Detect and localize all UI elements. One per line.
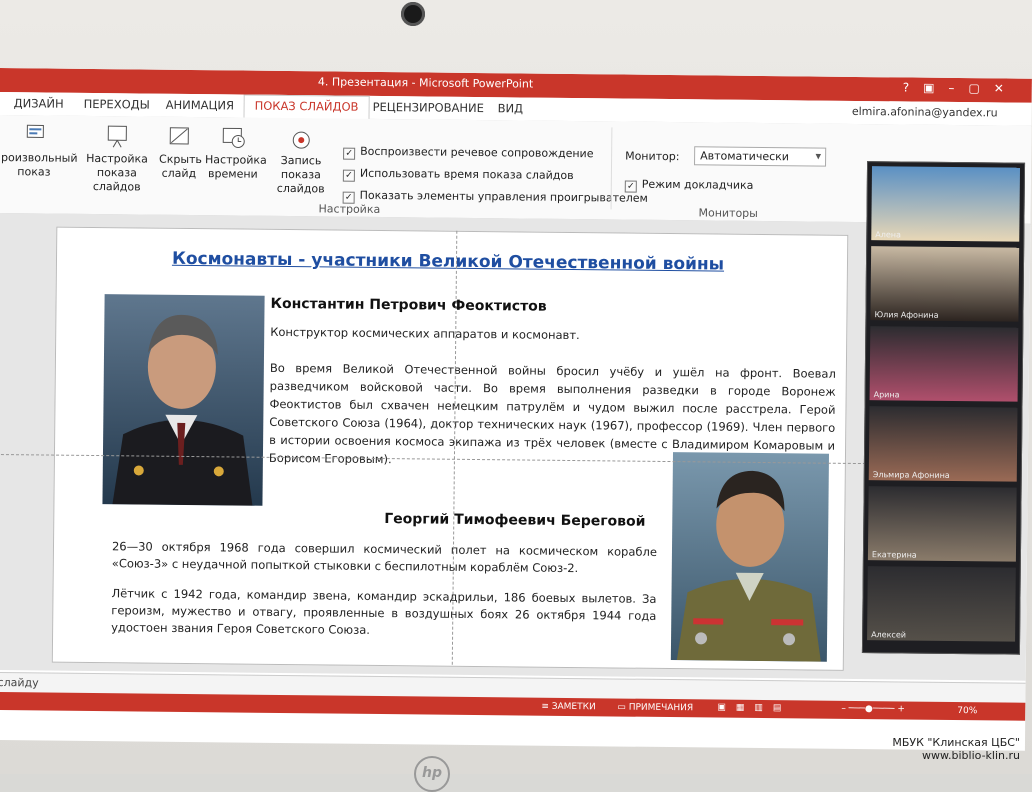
checkbox-narrations[interactable]: ✓ Воспроизвести речевое сопровождение [343,145,594,163]
portrait-feoktistov-drawing [112,314,253,506]
checkbox-presenter-view-box[interactable]: ✓ [624,180,637,193]
person2-name: Георгий Тимофеевич Береговой [384,511,646,530]
account-name[interactable]: elmira.afonina@yandex.ru [852,105,998,120]
screen: 4. Презентация - Microsoft PowerPoint ?▣… [0,68,1032,751]
view-buttons[interactable]: ▣▦▥▤ [717,703,791,714]
webcam [401,2,425,26]
checkbox-media-controls-label: Показать элементы управления проигрывате… [359,188,648,205]
checkbox-narrations-label: Воспроизвести речевое сопровождение [360,144,594,161]
rehearse-timings-icon [222,127,245,148]
credit-url: www.biblio-klin.ru [922,749,1020,762]
window-controls[interactable]: ?▣–▢✕ [903,80,1018,95]
video-tile[interactable]: Алена [871,166,1021,242]
video-tile[interactable]: Екатерина [867,486,1017,562]
custom-show-label: роизвольный показ [0,151,78,179]
notes-toggle-label: ЗАМЕТКИ [551,701,596,713]
checkbox-presenter-view-label: Режим докладчика [641,177,754,192]
record-show-button[interactable]: Запись показа слайдов [265,126,338,197]
notes-text: слайду [0,676,39,690]
video-tile[interactable]: Алексей [867,566,1016,642]
record-show-label: Запись показа слайдов [276,153,325,196]
hp-logo: hp [414,756,450,792]
comments-toggle-label: ПРИМЕЧАНИЯ [628,702,694,714]
participant-name: Екатерина [871,550,917,560]
portrait-beregovoy [670,452,830,662]
video-tile[interactable]: Арина [869,326,1019,402]
custom-show-icon [26,124,44,138]
portrait-beregovoy-drawing [676,470,821,662]
person2-bio-flight: 26—30 октября 1968 года совершил космиче… [111,539,658,576]
video-conference-panel: Алена Юлия Афонина Арина Эльмира Афонина… [861,161,1026,655]
video-tile[interactable]: Юлия Афонина [870,246,1020,322]
custom-show-button[interactable]: роизвольный показ [1,123,78,180]
monitor-label: Монитор: [625,149,680,164]
participant-name: Арина [873,390,900,400]
participant-name: Алена [875,230,901,240]
tab-view[interactable]: ВИД [498,101,524,115]
hide-slide-button[interactable]: Скрыть слайд [158,125,203,181]
tab-review[interactable]: РЕЦЕНЗИРОВАНИЕ [373,100,484,115]
zoom-slider[interactable]: – ───●──── + [841,704,905,715]
hide-slide-icon [169,127,189,145]
video-tile[interactable]: Эльмира Афонина [868,406,1018,482]
person2-bio-service: Лётчик с 1942 года, командир звена, кома… [111,586,657,637]
comments-toggle[interactable]: ▭ ПРИМЕЧАНИЯ [617,702,693,713]
group-setup-label: Настройка [318,202,381,216]
tab-animation[interactable]: АНИМАЦИЯ [166,98,235,113]
rehearse-timings-button[interactable]: Настройка времени [205,125,267,182]
hide-slide-label: Скрыть слайд [158,152,203,181]
group-monitors-label: Мониторы [698,206,758,220]
window-title: 4. Презентация - Microsoft PowerPoint [317,75,534,91]
participant-name: Алексей [871,630,907,640]
slide-canvas[interactable]: Космонавты - участники Великой Отечестве… [51,226,849,671]
tab-design[interactable]: ДИЗАЙН [14,96,64,111]
notes-toggle[interactable]: ≡ ЗАМЕТКИ [541,702,596,713]
checkbox-timings[interactable]: ✓ Использовать время показа слайдов [342,166,574,184]
checkbox-presenter-view[interactable]: ✓ Режим докладчика [624,177,754,194]
setup-show-label: Настройка показа слайдов [86,151,148,194]
checkbox-timings-box[interactable]: ✓ [342,169,355,182]
person1-name: Константин Петрович Феоктистов [270,295,547,315]
monitor-select[interactable]: Автоматически [694,146,827,167]
record-icon [292,131,310,149]
participant-name: Эльмира Афонина [872,470,950,480]
participant-name: Юлия Афонина [874,310,939,320]
rehearse-timings-label: Настройка времени [204,153,267,181]
credit-org: МБУК "Клинская ЦБС" [892,736,1020,749]
checkbox-media-controls[interactable]: ✓ Показать элементы управления проигрыват… [342,188,648,207]
watermark-credit: МБУК "Клинская ЦБС" www.biblio-klin.ru [892,736,1020,762]
checkbox-narrations-box[interactable]: ✓ [343,147,356,160]
tab-transitions[interactable]: ПЕРЕХОДЫ [84,97,150,112]
zoom-level[interactable]: 70% [957,706,977,716]
setup-show-button[interactable]: Настройка показа слайдов [79,124,156,195]
person1-subtitle: Конструктор космических аппаратов и косм… [270,324,580,343]
setup-show-icon [107,125,127,148]
slide-title: Космонавты - участники Великой Отечестве… [171,248,725,275]
checkbox-timings-label: Использовать время показа слайдов [359,166,574,183]
portrait-feoktistov [102,294,265,506]
